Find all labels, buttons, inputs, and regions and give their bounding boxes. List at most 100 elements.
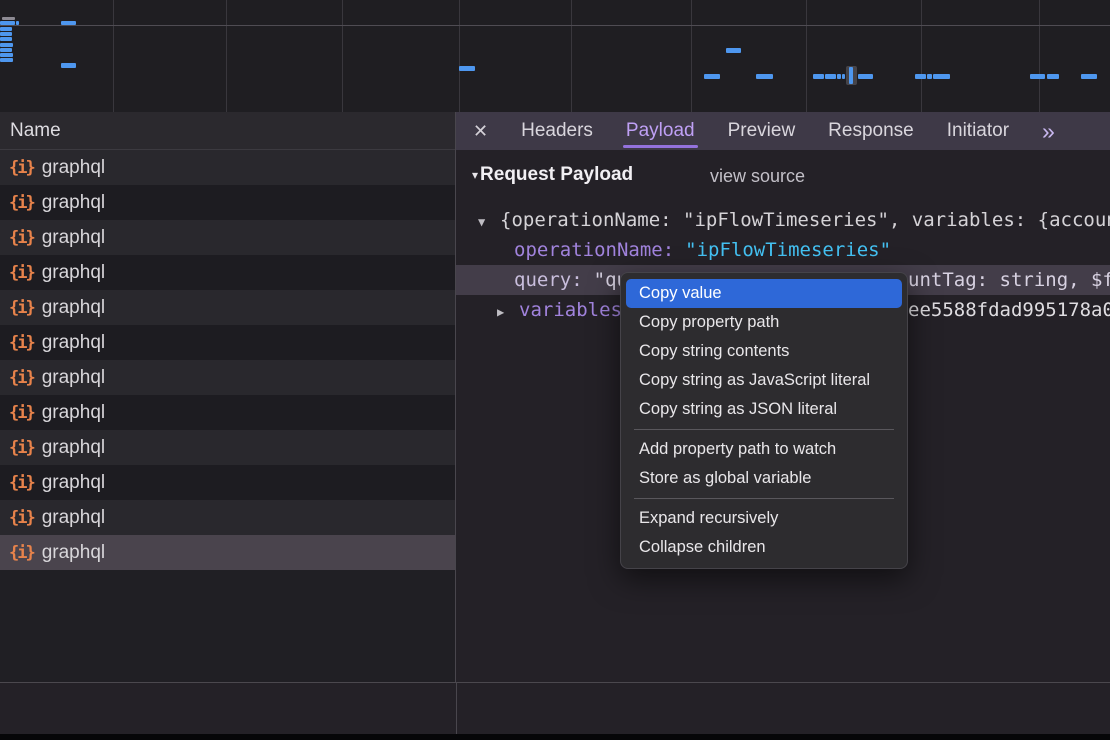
close-icon[interactable]: ✕: [473, 121, 488, 142]
overview-gridline: [806, 0, 807, 112]
section-collapse-triangle-icon: ▾: [472, 168, 478, 182]
json-braces-icon: {i}: [9, 298, 34, 318]
request-rows: {i} graphql {i} graphql {i} graphql {i} graphql…: [0, 150, 455, 682]
request-name-label: graphql: [42, 157, 105, 179]
overview-request-bar: [0, 53, 13, 57]
json-braces-icon: {i}: [9, 403, 34, 423]
overview-gridline: [571, 0, 572, 112]
payload-root-preview-row[interactable]: ▼{operationName: "ipFlowTimeseries", var…: [456, 205, 1110, 235]
overview-request-bar: [0, 58, 13, 62]
json-braces-icon: {i}: [9, 438, 34, 458]
triangle-expanded-icon[interactable]: ▼: [478, 207, 500, 235]
menu-item-collapse-children[interactable]: Collapse children: [626, 533, 902, 562]
overview-gridline: [691, 0, 692, 112]
request-name-label: graphql: [42, 507, 105, 529]
overview-gridline: [113, 0, 114, 112]
request-row[interactable]: {i}graphql: [0, 360, 455, 395]
query-key: query:: [514, 269, 583, 291]
request-row[interactable]: {i} graphql: [0, 325, 455, 360]
request-row[interactable]: {i} graphql: [0, 465, 455, 500]
tab-initiator[interactable]: Initiator: [947, 112, 1009, 150]
overview-request-bar: [0, 43, 13, 47]
name-column-header[interactable]: Name: [0, 112, 455, 150]
request-row[interactable]: {i} graphql: [0, 255, 455, 290]
json-braces-icon: {i}: [9, 263, 34, 283]
request-row[interactable]: {i} graphql: [0, 500, 455, 535]
tab-preview[interactable]: Preview: [728, 112, 796, 150]
overview-gridline: [226, 0, 227, 112]
view-source-link[interactable]: view source: [710, 166, 805, 187]
menu-item-copy-property-path[interactable]: Copy property path: [626, 308, 902, 337]
request-row[interactable]: {i}graphql: [0, 430, 455, 465]
request-row[interactable]: {i}graphql: [0, 535, 455, 570]
overview-request-bar: [0, 27, 12, 31]
request-name-label: graphql: [42, 262, 105, 284]
json-braces-icon: {i}: [9, 473, 34, 493]
request-row[interactable]: {i} graphql: [0, 395, 455, 430]
request-name-label: graphql: [42, 402, 105, 424]
overview-gridline: [342, 0, 343, 112]
overview-request-bar: [842, 74, 845, 79]
json-braces-icon: {i}: [9, 368, 34, 388]
json-braces-icon: {i}: [9, 158, 34, 178]
network-main-area: Name {i}graphql{i}graphql{i}graphql{i}gr…: [0, 112, 1110, 682]
menu-item-copy-string-as-javascript-literal[interactable]: Copy string as JavaScript literal: [626, 366, 902, 395]
triangle-collapsed-icon[interactable]: ▶: [497, 297, 511, 325]
status-footer: [0, 682, 1110, 734]
menu-item-copy-string-as-json-literal[interactable]: Copy string as JSON literal: [626, 395, 902, 424]
json-braces-icon: {i}: [9, 228, 34, 248]
overview-request-bar: [16, 21, 19, 25]
tab-headers[interactable]: Headers: [521, 112, 593, 150]
overview-gridline: [921, 0, 922, 112]
overview-request-bar: [756, 74, 773, 79]
operation-name-value: "ipFlowTimeseries": [685, 239, 891, 261]
overview-request-bar: [61, 21, 76, 25]
json-braces-icon: {i}: [9, 543, 34, 563]
overview-request-bar: [927, 74, 932, 79]
window-bottom-edge: [0, 734, 1110, 740]
overview-row-divider: [0, 25, 1110, 26]
json-braces-icon: {i}: [9, 193, 34, 213]
overview-request-bar: [933, 74, 950, 79]
more-tabs-icon[interactable]: »: [1042, 118, 1053, 145]
tab-response[interactable]: Response: [828, 112, 914, 150]
query-value-continuation: untTag: string, $f: [908, 265, 1110, 295]
name-column-label: Name: [10, 120, 61, 142]
request-row[interactable]: {i} graphql: [0, 185, 455, 220]
operation-name-row[interactable]: operationName: "ipFlowTimeseries": [456, 235, 1110, 265]
devtools-network-panel: Name {i}graphql{i}graphql{i}graphql{i}gr…: [0, 0, 1110, 740]
json-braces-icon: {i}: [9, 508, 34, 528]
request-name-label: graphql: [42, 192, 105, 214]
variables-key: variables: [519, 299, 622, 321]
operation-name-key: operationName:: [514, 239, 674, 261]
overview-request-bar: [0, 48, 12, 52]
tab-payload[interactable]: Payload: [626, 112, 695, 150]
overview-hover-marker-tick: [849, 67, 853, 84]
overview-request-bar: [1047, 74, 1059, 79]
overview-request-bar: [0, 21, 15, 25]
menu-item-store-as-global-variable[interactable]: Store as global variable: [626, 464, 902, 493]
overview-request-bar: [1030, 74, 1045, 79]
request-payload-section-header[interactable]: ▾ Request Payload: [472, 164, 633, 186]
request-payload-title: Request Payload: [480, 164, 633, 186]
request-name-label: graphql: [42, 332, 105, 354]
network-overview-timeline[interactable]: [0, 0, 1110, 112]
overview-request-bar: [704, 74, 720, 79]
panel-divider[interactable]: [456, 682, 457, 734]
json-braces-icon: {i}: [9, 333, 34, 353]
menu-item-expand-recursively[interactable]: Expand recursively: [626, 504, 902, 533]
menu-item-add-property-path-to-watch[interactable]: Add property path to watch: [626, 435, 902, 464]
request-row[interactable]: {i}graphql: [0, 290, 455, 325]
overview-request-bar: [825, 74, 836, 79]
menu-separator: [634, 429, 894, 430]
overview-request-bar: [459, 66, 475, 71]
menu-item-copy-string-contents[interactable]: Copy string contents: [626, 337, 902, 366]
request-list-panel: Name {i}graphql{i}graphql{i}graphql{i}gr…: [0, 112, 456, 682]
menu-item-copy-value[interactable]: Copy value: [626, 279, 902, 308]
overview-gridline: [1039, 0, 1040, 112]
request-row[interactable]: {i}graphql: [0, 220, 455, 255]
request-name-label: graphql: [42, 472, 105, 494]
overview-request-bar: [0, 32, 12, 36]
request-row[interactable]: {i} graphql: [0, 150, 455, 185]
overview-gridline: [459, 0, 460, 112]
